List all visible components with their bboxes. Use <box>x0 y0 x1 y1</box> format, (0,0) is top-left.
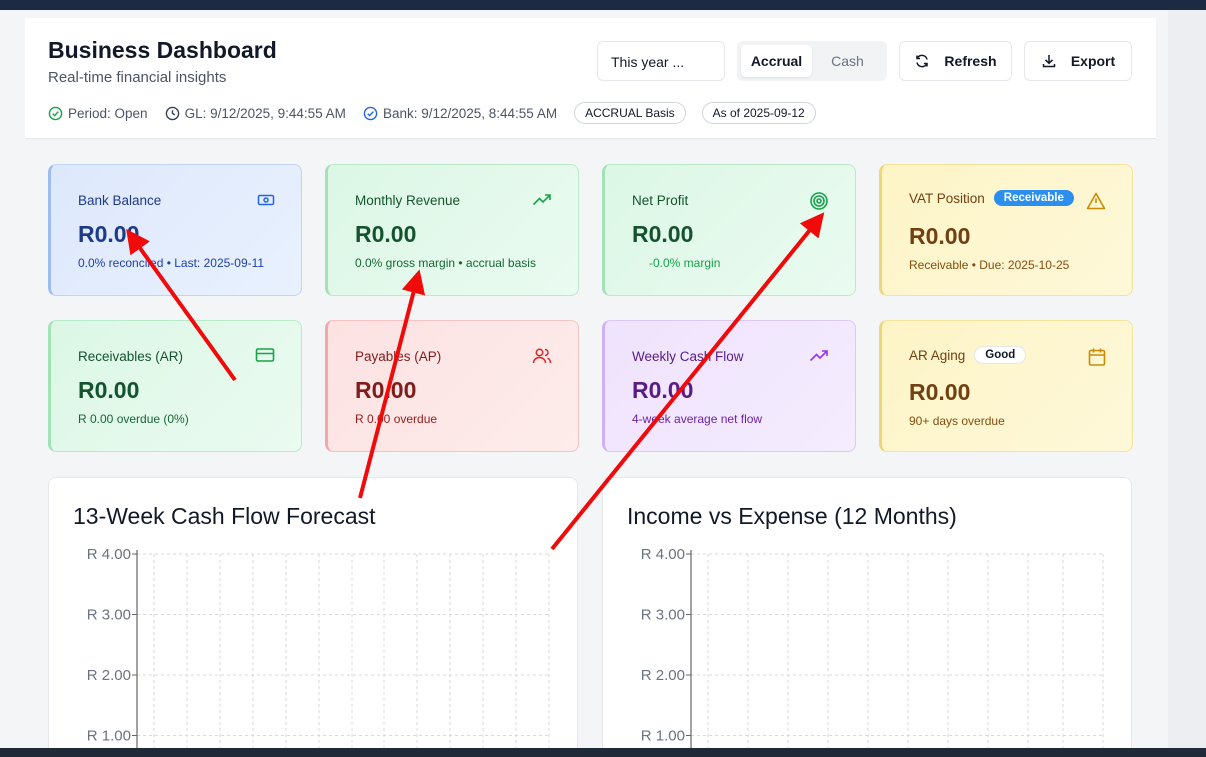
card-value: R0.00 <box>632 377 694 403</box>
cashflow-forecast-chart: R 4.00 R 3.00 R 2.00 R 1.00 <box>87 546 550 757</box>
gl-status: GL: 9/12/2025, 9:44:55 AM <box>165 106 346 121</box>
check-circle-icon <box>363 106 378 120</box>
receivable-badge: Receivable <box>993 190 1074 206</box>
refresh-icon <box>916 54 929 68</box>
page-title: Business Dashboard <box>48 37 277 63</box>
y-tick-label: R 3.00 <box>641 607 685 624</box>
card-label: Receivables (AR) <box>78 349 184 364</box>
card-label: VAT Position Receivable <box>909 190 1074 206</box>
card-subtext: -0.0% margin <box>649 256 721 270</box>
download-icon <box>1042 55 1056 68</box>
gl-status-text: GL: 9/12/2025, 9:44:55 AM <box>184 105 346 121</box>
monthly-revenue-card[interactable]: Monthly Revenue R0.00 0.0% gross margin … <box>325 164 579 296</box>
card-subtext: R 0.00 overdue <box>355 412 438 426</box>
income-expense-chart-card: Income vs Expense (12 Months) R 4.00 R 3.… <box>602 477 1132 757</box>
card-label: Net Profit <box>632 193 689 208</box>
credit-card-icon <box>255 348 275 362</box>
aging-status-badge: Good <box>974 346 1027 364</box>
accrual-toggle-button[interactable]: Accrual <box>741 45 812 77</box>
cashflow-forecast-chart-card: 13-Week Cash Flow Forecast R 4.00 R 3.00 R… <box>48 477 578 757</box>
y-tick-label: R 2.00 <box>87 667 131 684</box>
basis-toggle: Accrual Cash <box>737 41 887 81</box>
y-tick-label: R 1.00 <box>641 728 685 745</box>
period-status: Period: Open <box>48 106 148 121</box>
card-subtext: 90+ days overdue <box>909 414 1005 428</box>
bank-balance-card[interactable]: Bank Balance R0.00 0.0% reconciled • Las… <box>48 164 302 296</box>
y-tick-label: R 2.00 <box>641 667 685 684</box>
card-label: Bank Balance <box>78 193 162 208</box>
card-label-text: AR Aging <box>909 347 966 363</box>
y-tick-label: R 4.00 <box>641 546 685 563</box>
card-value: R0.00 <box>355 377 417 403</box>
export-button[interactable]: Export <box>1024 41 1132 81</box>
card-label: Weekly Cash Flow <box>632 349 744 364</box>
vat-position-card[interactable]: VAT Position Receivable R0.00 Receivable… <box>879 164 1133 296</box>
check-circle-icon <box>48 106 63 120</box>
window-top-bar <box>0 0 1206 10</box>
income-expense-chart: R 4.00 R 3.00 R 2.00 R 1.00 <box>641 546 1104 757</box>
card-subtext: 0.0% reconciled • Last: 2025-09-11 <box>78 256 265 270</box>
as-of-pill: As of 2025-09-12 <box>701 102 816 124</box>
calendar-icon <box>1088 348 1106 366</box>
refresh-button[interactable]: Refresh <box>899 41 1012 81</box>
users-icon <box>532 348 552 364</box>
bank-status: Bank: 9/12/2025, 8:44:55 AM <box>363 106 557 121</box>
y-tick-label: R 1.00 <box>87 728 131 745</box>
card-label: Payables (AP) <box>355 349 442 364</box>
alert-triangle-icon <box>1086 192 1106 210</box>
cash-toggle-button[interactable]: Cash <box>812 45 883 77</box>
bank-status-text: Bank: 9/12/2025, 8:44:55 AM <box>382 105 558 121</box>
card-label: Monthly Revenue <box>355 193 461 208</box>
dashboard-header: Business Dashboard Real-time financial i… <box>25 18 1156 139</box>
ar-aging-card[interactable]: AR Aging Good R0.00 90+ days overdue <box>879 320 1133 452</box>
payables-card[interactable]: Payables (AP) R0.00 R 0.00 overdue <box>325 320 579 452</box>
card-subtext: Receivable • Due: 2025-10-25 <box>909 258 1070 272</box>
y-tick-label: R 3.00 <box>87 607 131 624</box>
card-subtext: R 0.00 overdue (0%) <box>78 412 189 426</box>
trending-up-icon <box>809 350 828 362</box>
period-status-text: Period: Open <box>68 105 148 121</box>
card-value: R0.00 <box>78 377 140 403</box>
refresh-label: Refresh <box>944 53 997 69</box>
card-value: R0.00 <box>78 221 140 247</box>
card-value: R0.00 <box>632 221 694 247</box>
page-scrollbar-track[interactable] <box>1168 10 1206 748</box>
status-bar: Period: Open GL: 9/12/2025, 9:44:55 AM B… <box>48 102 832 124</box>
basis-pill: ACCRUAL Basis <box>574 102 686 124</box>
card-value: R0.00 <box>909 223 971 249</box>
card-value: R0.00 <box>355 221 417 247</box>
net-profit-card[interactable]: Net Profit R0.00 -0.0% margin <box>602 164 856 296</box>
window-bottom-bar <box>0 748 1206 757</box>
weekly-cash-flow-card[interactable]: Weekly Cash Flow R0.00 4-week average ne… <box>602 320 856 452</box>
trending-up-icon <box>532 194 551 206</box>
period-select[interactable]: This year ... <box>597 41 725 81</box>
card-subtext: 0.0% gross margin • accrual basis <box>355 256 536 270</box>
y-tick-label: R 4.00 <box>87 546 131 563</box>
export-label: Export <box>1070 53 1116 69</box>
card-value: R0.00 <box>909 379 971 405</box>
page-subtitle: Real-time financial insights <box>48 69 227 86</box>
banknote-icon <box>257 194 275 206</box>
card-label-text: VAT Position <box>909 190 985 206</box>
receivables-card[interactable]: Receivables (AR) R0.00 R 0.00 overdue (0… <box>48 320 302 452</box>
target-icon <box>810 192 828 210</box>
card-label: AR Aging Good <box>909 346 1027 364</box>
card-subtext: 4-week average net flow <box>632 412 763 426</box>
clock-icon <box>165 106 179 120</box>
